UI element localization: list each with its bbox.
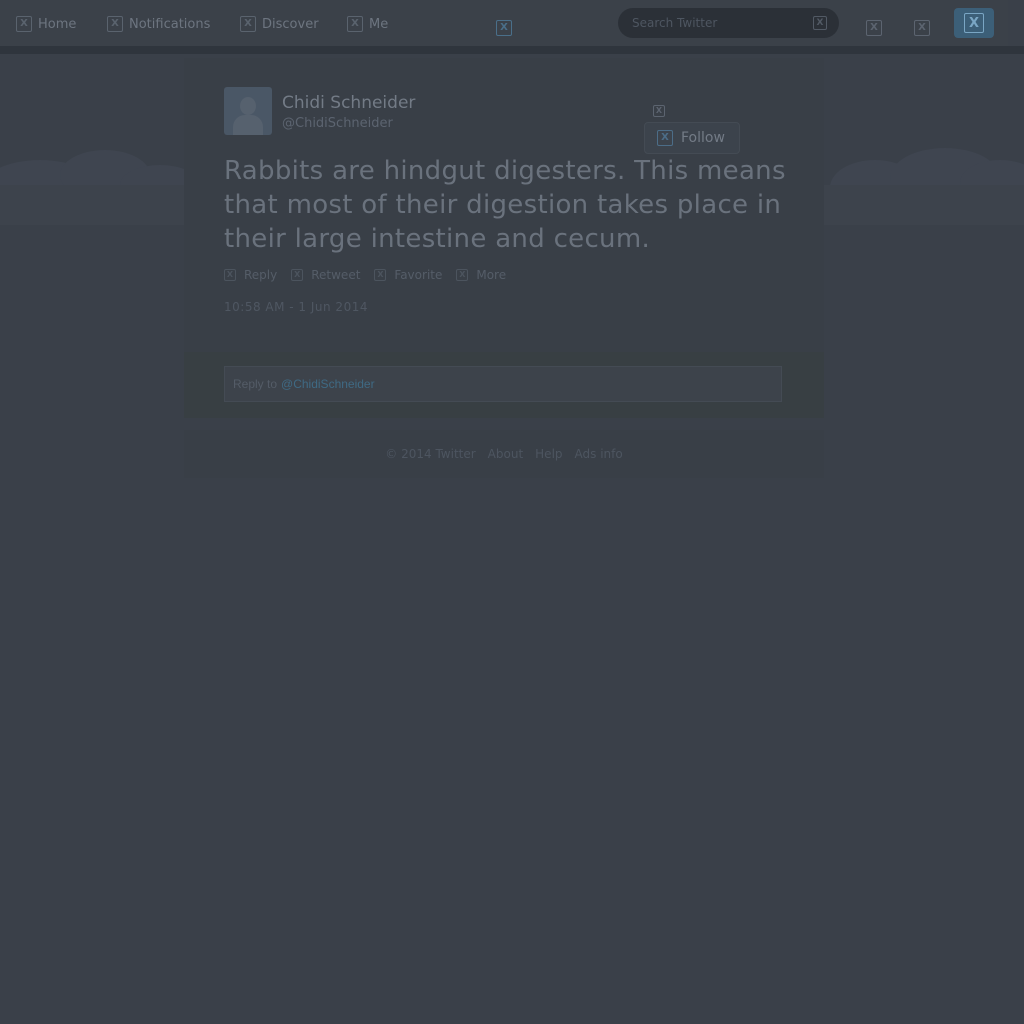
follow-user-icon: X	[653, 98, 665, 117]
more-icon: X	[456, 269, 469, 281]
footer-about-link[interactable]: About	[488, 447, 523, 461]
nav-shadow	[0, 46, 1024, 54]
gear-icon: X	[914, 20, 930, 36]
settings-button[interactable]: X	[914, 15, 930, 36]
author-handle[interactable]: @ChidiSchneider	[282, 116, 393, 131]
compose-icon: X	[964, 13, 984, 33]
home-icon: X	[16, 16, 32, 32]
avatar[interactable]	[224, 87, 272, 135]
retweet-action-label: Retweet	[311, 268, 361, 282]
more-action-label: More	[476, 268, 507, 282]
favorite-action[interactable]: X Favorite	[374, 268, 442, 282]
follow-label: Follow	[681, 130, 725, 146]
search-input[interactable]	[630, 15, 813, 31]
add-user-icon: X	[657, 130, 673, 146]
reply-input[interactable]: Reply to @ChidiSchneider	[224, 366, 782, 402]
top-navigation-bar: X Home X Notifications X Discover X Me X…	[0, 0, 1008, 46]
bird-logo-icon: X	[496, 20, 512, 36]
follow-button[interactable]: X Follow	[644, 122, 740, 154]
footer-copyright: © 2014 Twitter	[385, 447, 476, 461]
reply-prefix: Reply to	[233, 377, 278, 391]
star-icon: X	[374, 269, 387, 281]
envelope-icon: X	[866, 20, 882, 36]
retweet-icon: X	[291, 269, 304, 281]
footer-ads-info-link[interactable]: Ads info	[575, 447, 623, 461]
search-box: X	[618, 8, 839, 38]
user-icon: X	[653, 105, 665, 117]
tweet-timestamp[interactable]: 10:58 AM - 1 Jun 2014	[224, 300, 368, 314]
nav-me[interactable]: X Me	[347, 14, 388, 34]
retweet-action[interactable]: X Retweet	[291, 268, 360, 282]
nav-discover[interactable]: X Discover	[240, 14, 319, 34]
direct-messages-button[interactable]: X	[866, 15, 882, 36]
nav-me-label: Me	[369, 16, 389, 32]
avatar-body	[233, 115, 263, 135]
discover-icon: X	[240, 16, 256, 32]
avatar-head	[240, 97, 256, 115]
twitter-logo[interactable]: X	[496, 15, 512, 36]
footer-help-link[interactable]: Help	[535, 447, 562, 461]
reply-action-label: Reply	[244, 268, 278, 282]
search-icon[interactable]: X	[813, 16, 827, 30]
tweet-actions: X Reply X Retweet X Favorite X More	[224, 268, 506, 282]
tweet-card: Chidi Schneider @ChidiSchneider X X Foll…	[184, 58, 824, 418]
more-action[interactable]: X More	[456, 268, 506, 282]
nav-home[interactable]: X Home	[16, 14, 76, 34]
favorite-action-label: Favorite	[394, 268, 443, 282]
tweet-text: Rabbits are hindgut digesters. This mean…	[224, 156, 786, 254]
reply-icon: X	[224, 269, 236, 281]
footer: © 2014 Twitter About Help Ads info	[184, 430, 824, 478]
notifications-icon: X	[107, 16, 123, 32]
me-icon: X	[347, 16, 363, 32]
reply-mention: @ChidiSchneider	[281, 377, 375, 391]
compose-tweet-button[interactable]: X	[954, 8, 994, 38]
reply-action[interactable]: X Reply	[224, 268, 277, 282]
nav-home-label: Home	[38, 16, 77, 32]
nav-notifications-label: Notifications	[129, 16, 211, 32]
nav-discover-label: Discover	[262, 16, 319, 32]
author-name[interactable]: Chidi Schneider	[282, 93, 415, 113]
nav-notifications[interactable]: X Notifications	[107, 14, 210, 34]
